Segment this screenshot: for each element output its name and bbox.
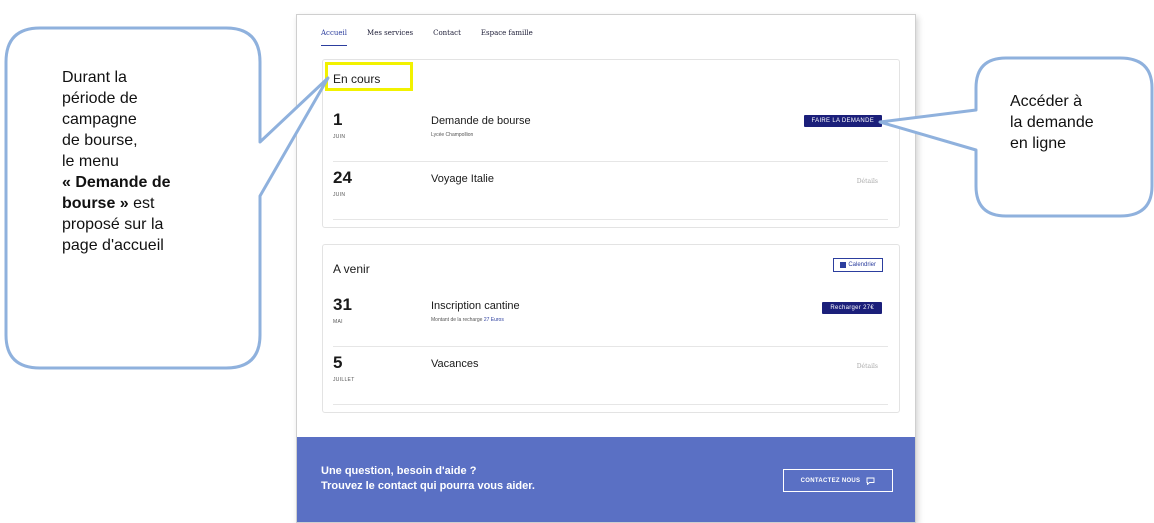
callout-line: Durant la	[62, 69, 127, 86]
callout-line: de bourse,	[62, 132, 138, 149]
callout-line: Accéder à	[1010, 93, 1083, 110]
callout-line: proposé sur la	[62, 216, 164, 233]
left-callout-text: Durant la période de campagne de bourse,…	[62, 67, 227, 256]
right-callout-text: Accéder à la demande en ligne	[1010, 91, 1140, 154]
callout-line: période de	[62, 90, 138, 107]
callout-line: le menu	[62, 153, 119, 170]
callout-line: en ligne	[1010, 135, 1067, 152]
callout-line: la demande	[1010, 114, 1094, 131]
callout-line: page d'accueil	[62, 237, 164, 254]
callout-line: bourse » est	[62, 193, 227, 214]
callout-line-bold: « Demande de	[62, 174, 171, 191]
callout-text-part: est	[128, 195, 155, 212]
callout-bold-text: bourse »	[62, 195, 129, 212]
callout-line: campagne	[62, 111, 137, 128]
